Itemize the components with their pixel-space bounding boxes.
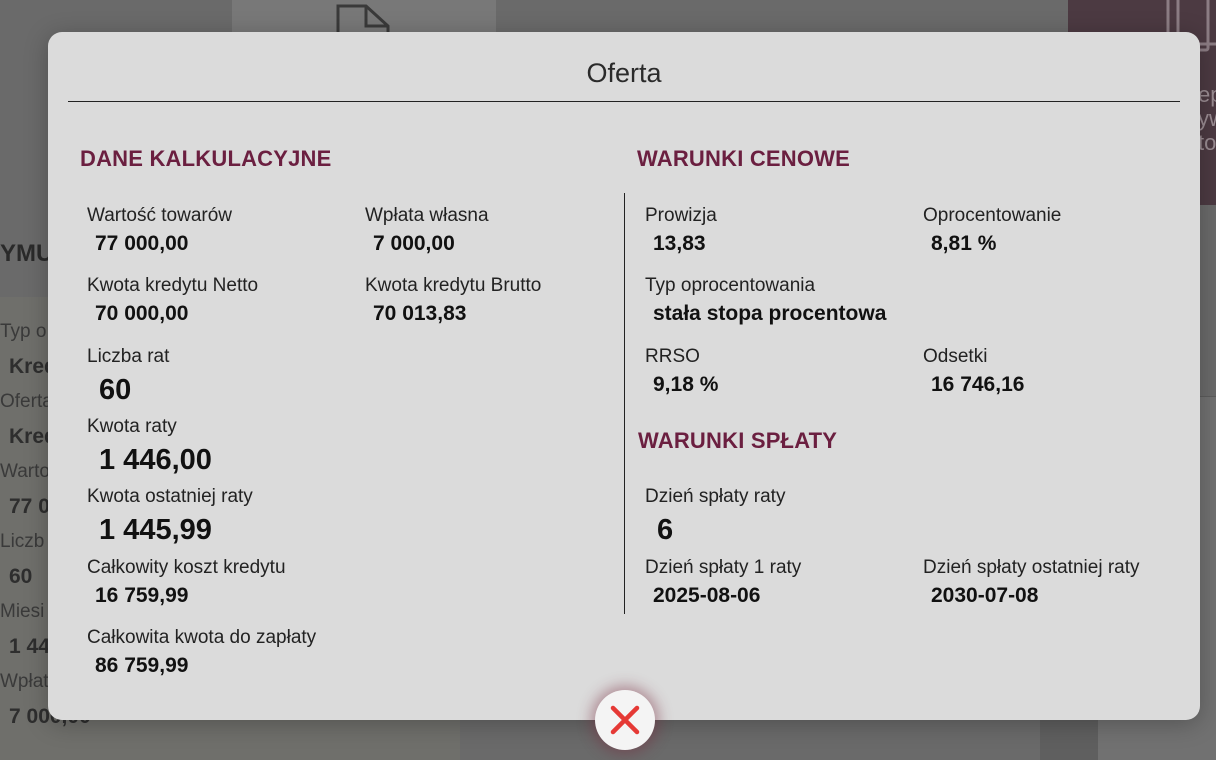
field-label: Całkowity koszt kredytu (87, 557, 286, 578)
title-divider (68, 101, 1180, 102)
field-value: 13,83 (653, 232, 706, 255)
field-value: 7 000,00 (373, 232, 455, 255)
close-button[interactable] (595, 690, 655, 750)
field-label: Prowizja (645, 205, 717, 226)
field-value: 1 445,99 (99, 514, 212, 546)
field-kwota-ostatniej-raty: Kwota ostatniej raty 1 445,99 (87, 486, 253, 546)
field-label: Kwota kredytu Netto (87, 275, 259, 296)
field-value: 2030-07-08 (931, 584, 1039, 607)
field-value: 2025-08-06 (653, 584, 761, 607)
field-liczba-rat: Liczba rat 60 (87, 346, 169, 406)
background-field-label: Miesi (0, 601, 45, 622)
field-value: 16 759,99 (95, 584, 189, 607)
field-value: 1 446,00 (99, 444, 212, 476)
field-value: 77 000,00 (95, 232, 189, 255)
background-card-text: yw (1198, 106, 1216, 131)
section-title-warunki-splaty: WARUNKI SPŁATY (638, 428, 838, 453)
modal-title: Oferta (586, 58, 662, 88)
field-value: 9,18 % (653, 373, 719, 396)
background-card-text: ep (1198, 82, 1216, 107)
section-title-dane-kalkulacyjne: DANE KALKULACYJNE (80, 146, 332, 171)
field-kwota-kredytu-netto: Kwota kredytu Netto 70 000,00 (87, 275, 258, 327)
field-calkowity-koszt-kredytu: Całkowity koszt kredytu 16 759,99 (87, 557, 286, 609)
column-divider (624, 193, 625, 614)
field-typ-oprocentowania: Typ oprocentowania stała stopa procentow… (645, 275, 886, 327)
field-value: 70 000,00 (95, 302, 189, 325)
field-label: Odsetki (923, 346, 988, 367)
field-label: Kwota ostatniej raty (87, 486, 253, 507)
field-value: 6 (657, 514, 674, 546)
field-value: 60 (99, 374, 132, 406)
field-rrso: RRSO 9,18 % (645, 346, 718, 398)
field-label: Dzień spłaty 1 raty (645, 557, 802, 578)
field-label: Wartość towarów (87, 205, 232, 226)
background-field-label: Liczb (0, 531, 45, 552)
field-value: 8,81 % (931, 232, 997, 255)
background-card-text: to (1198, 130, 1216, 155)
field-label: Oprocentowanie (923, 205, 1062, 226)
field-label: Liczba rat (87, 346, 170, 367)
background-field-value: 77 0 (9, 495, 50, 518)
offer-modal: Oferta DANE KALKULACYJNE Wartość towarów… (48, 32, 1200, 720)
field-calkowita-kwota-do-zaplaty: Całkowita kwota do zapłaty 86 759,99 (87, 627, 316, 679)
field-label: Kwota raty (87, 416, 177, 437)
field-label: Dzień spłaty ostatniej raty (923, 557, 1140, 578)
field-oprocentowanie: Oprocentowanie 8,81 % (923, 205, 1061, 257)
close-x-icon (610, 705, 640, 735)
field-kwota-kredytu-brutto: Kwota kredytu Brutto 70 013,83 (365, 275, 541, 327)
background-field-label: Wpłat (0, 671, 49, 692)
field-wartosc-towarow: Wartość towarów 77 000,00 (87, 205, 232, 257)
background-field-value: 60 (9, 565, 33, 588)
field-value: 70 013,83 (373, 302, 467, 325)
background-field-label: Oferta (0, 391, 53, 412)
field-label: Wpłata własna (365, 205, 489, 226)
background-field-value: 1 44 (9, 635, 50, 658)
field-value: 86 759,99 (95, 654, 189, 677)
field-label: Kwota kredytu Brutto (365, 275, 542, 296)
field-value: stała stopa procentowa (653, 302, 887, 325)
background-field-label: Warto (0, 461, 50, 482)
field-label: Typ oprocentowania (645, 275, 816, 296)
field-dzien-splaty-1-raty: Dzień spłaty 1 raty 2025-08-06 (645, 557, 801, 609)
section-title-warunki-cenowe: WARUNKI CENOWE (637, 146, 851, 171)
field-prowizja: Prowizja 13,83 (645, 205, 717, 257)
field-odsetki: Odsetki 16 746,16 (923, 346, 1024, 398)
field-value: 16 746,16 (931, 373, 1025, 396)
field-label: Dzień spłaty raty (645, 486, 786, 507)
field-kwota-raty: Kwota raty 1 446,00 (87, 416, 212, 476)
field-wplata-wlasna: Wpłata własna 7 000,00 (365, 205, 489, 257)
background-field-label: Typ o (0, 321, 47, 342)
field-label: RRSO (645, 346, 700, 367)
field-dzien-splaty-ostatniej-raty: Dzień spłaty ostatniej raty 2030-07-08 (923, 557, 1140, 609)
field-dzien-splaty-raty: Dzień spłaty raty 6 (645, 486, 785, 546)
field-label: Całkowita kwota do zapłaty (87, 627, 317, 648)
